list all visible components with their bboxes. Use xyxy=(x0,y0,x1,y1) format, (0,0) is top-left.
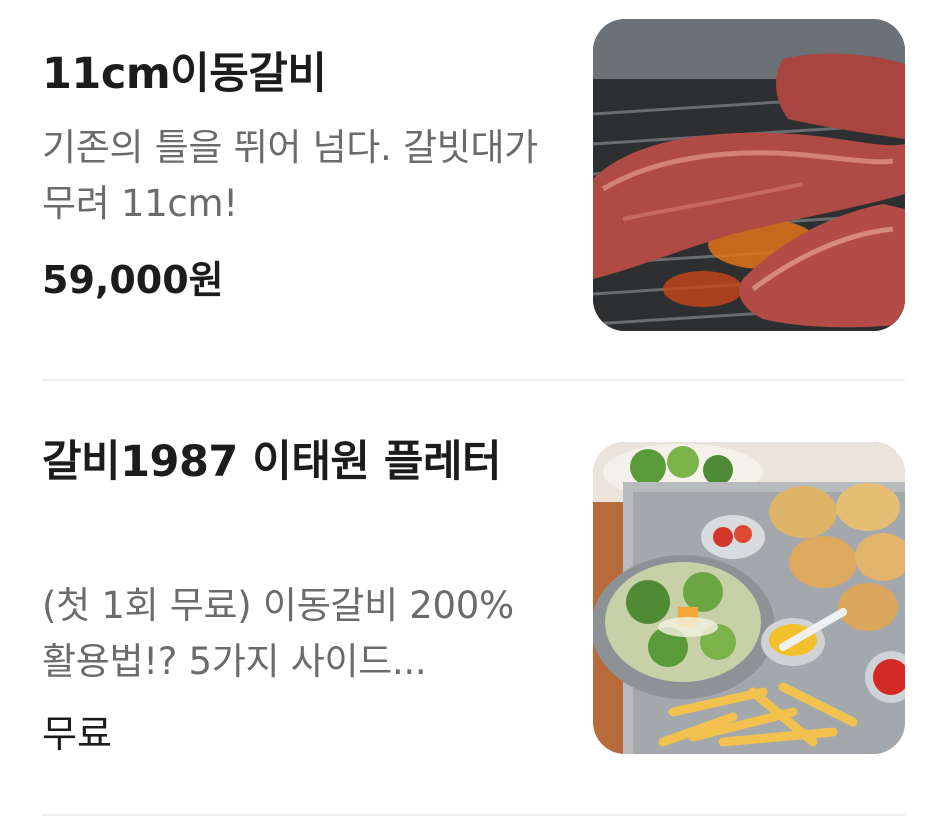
menu-list: 11cm이동갈비 기존의 틀을 뛰어 넘다. 갈빗대가 무려 11cm! 59,… xyxy=(0,0,951,830)
menu-item-image[interactable] xyxy=(593,442,905,754)
menu-item[interactable]: 11cm이동갈비 기존의 틀을 뛰어 넘다. 갈빗대가 무려 11cm! 59,… xyxy=(0,0,951,382)
divider xyxy=(42,814,905,816)
menu-item-price: 무료 xyxy=(42,712,112,756)
menu-item-description: 기존의 틀을 뛰어 넘다. 갈빗대가 무려 11cm! xyxy=(42,126,538,225)
menu-item-image[interactable] xyxy=(593,19,905,331)
menu-item[interactable]: 갈비1987 이태원 플레터 (첫 1회 무료) 이동갈비 200% 활용법!?… xyxy=(0,382,951,816)
menu-item-price: 59,000원 xyxy=(42,258,224,302)
grilled-galbi-photo-icon xyxy=(593,19,905,331)
divider xyxy=(42,379,905,381)
menu-item-title: 11cm이동갈비 xyxy=(42,49,327,99)
menu-item-title: 갈비1987 이태원 플레터 xyxy=(42,437,502,487)
menu-item-description: (첫 1회 무료) 이동갈비 200% 활용법!? 5가지 사이드... xyxy=(42,584,514,683)
platter-side-dishes-photo-icon xyxy=(593,442,905,754)
